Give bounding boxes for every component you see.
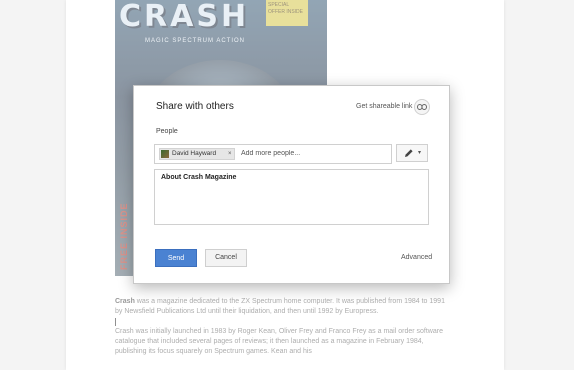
message-field[interactable]: About Crash Magazine	[154, 169, 429, 225]
add-people-input[interactable]	[241, 146, 381, 160]
shareable-link-label[interactable]: Get shareable link	[356, 103, 412, 110]
recipient-name: David Hayward	[172, 150, 217, 157]
send-button[interactable]: Send	[155, 249, 197, 267]
cancel-button[interactable]: Cancel	[205, 249, 247, 267]
pencil-icon	[405, 149, 413, 157]
link-icon[interactable]	[414, 99, 430, 115]
remove-recipient-icon[interactable]: ×	[228, 149, 232, 159]
people-label: People	[156, 128, 178, 135]
chevron-down-icon: ▾	[418, 150, 422, 156]
permission-dropdown-button[interactable]: ▾	[396, 144, 428, 162]
share-dialog: Share with others Get shareable link Peo…	[133, 85, 450, 284]
advanced-link[interactable]: Advanced	[401, 254, 432, 261]
people-field[interactable]: David Hayward ×	[154, 144, 392, 164]
recipient-chip[interactable]: David Hayward ×	[159, 148, 235, 160]
avatar	[161, 150, 169, 158]
dialog-title: Share with others	[156, 101, 234, 112]
